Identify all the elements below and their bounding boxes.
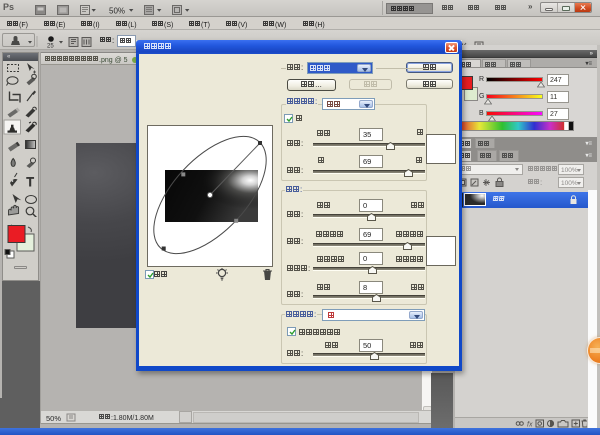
svg-text:50%: 50% (109, 7, 125, 16)
svg-text:25: 25 (47, 44, 54, 49)
svg-text:T: T (27, 175, 35, 189)
